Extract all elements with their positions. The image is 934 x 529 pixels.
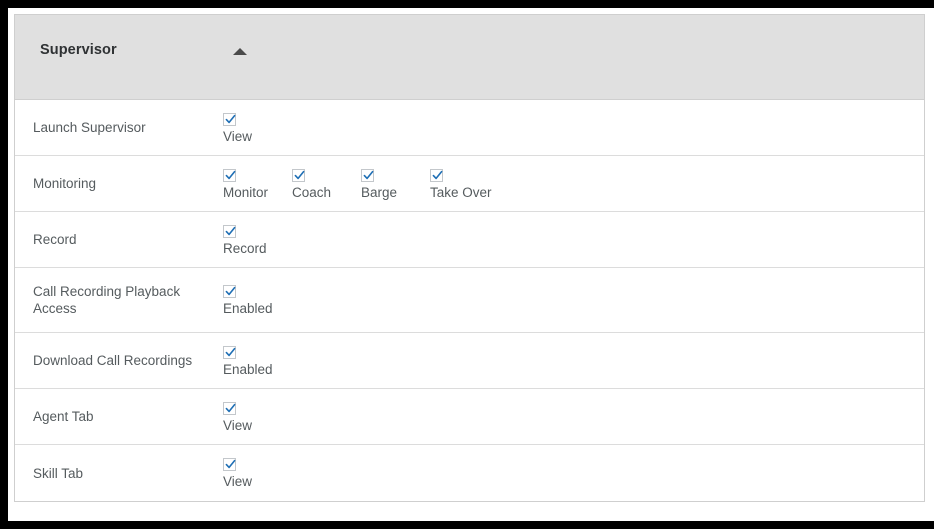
checkbox-group: Barge (361, 168, 430, 201)
checkbox-group: Take Over (430, 168, 499, 201)
checkbox-group: Record (223, 224, 292, 257)
page-title: Supervisor (40, 42, 117, 58)
permission-row: Call Recording Playback Access Enabled (15, 268, 924, 333)
checkbox-label: Take Over (430, 184, 492, 200)
permission-row-label: Launch Supervisor (33, 120, 146, 135)
checkbox-checked-icon[interactable] (223, 112, 236, 126)
screenshot-root: Supervisor Launch Supervisor View Monitori… (0, 0, 934, 529)
checkbox-group: View (223, 401, 292, 434)
checkbox-label: Barge (361, 184, 398, 200)
caret-up-icon (233, 48, 247, 55)
checkbox-label: View (223, 128, 253, 144)
bottom-frame-bar (0, 521, 934, 529)
permission-row-controls: Record (223, 223, 924, 257)
permissions-list: Launch Supervisor View Monitoring Monitor Co… (15, 100, 924, 501)
permission-row-controls: Enabled (223, 344, 924, 378)
permission-row-controls: Enabled (223, 283, 924, 317)
checkbox-checked-icon[interactable] (223, 224, 236, 238)
checkbox-label: View (223, 474, 253, 489)
checkbox-label: Coach (292, 184, 332, 200)
permission-row-controls: Monitor Coach Barge Take Over (223, 167, 924, 201)
checkbox-group: Enabled (223, 285, 292, 317)
checkbox-label: Enabled (223, 301, 273, 316)
permission-row-label: Skill Tab (33, 465, 84, 481)
supervisor-permissions-panel: Supervisor Launch Supervisor View Monitori… (14, 14, 925, 502)
checkbox-label: View (223, 417, 253, 433)
permission-row-label: Record (33, 232, 77, 247)
checkbox-group: Monitor (223, 168, 292, 201)
checkbox-group: View (223, 112, 292, 145)
checkbox-checked-icon[interactable] (361, 168, 374, 182)
permission-row: Agent Tab View (15, 389, 924, 445)
checkbox-checked-icon[interactable] (223, 458, 236, 471)
permission-row: Launch Supervisor View (15, 100, 924, 156)
checkbox-checked-icon[interactable] (223, 168, 236, 182)
checkbox-label: Enabled (223, 361, 273, 377)
checkbox-label: Record (223, 240, 267, 256)
panel-header[interactable]: Supervisor (15, 15, 924, 100)
permission-row-label: Monitoring (33, 176, 97, 191)
permission-row: Skill Tab View (15, 445, 924, 501)
checkbox-checked-icon[interactable] (430, 168, 443, 182)
checkbox-checked-icon[interactable] (292, 168, 305, 182)
checkbox-checked-icon[interactable] (223, 345, 236, 359)
checkbox-checked-icon[interactable] (223, 401, 236, 415)
permission-row-controls: View (223, 400, 924, 434)
panel-collapse-toggle[interactable] (220, 39, 260, 63)
checkbox-checked-icon[interactable] (223, 285, 236, 298)
permission-row: Record Record (15, 212, 924, 268)
permission-row: Download Call Recordings Enabled (15, 333, 924, 389)
permission-row-label: Call Recording Playback Access (33, 284, 181, 316)
permission-row-controls: View (223, 456, 924, 490)
permission-row: Monitoring Monitor Coach Barge Take Over (15, 156, 924, 212)
checkbox-group: Coach (292, 168, 361, 201)
permission-row-controls: View (223, 111, 924, 145)
checkbox-label: Monitor (223, 184, 269, 200)
checkbox-group: View (223, 458, 292, 490)
permission-row-label: Download Call Recordings (33, 353, 193, 368)
checkbox-group: Enabled (223, 345, 292, 378)
permission-row-label: Agent Tab (33, 409, 94, 424)
page-canvas: Supervisor Launch Supervisor View Monitori… (8, 8, 934, 521)
